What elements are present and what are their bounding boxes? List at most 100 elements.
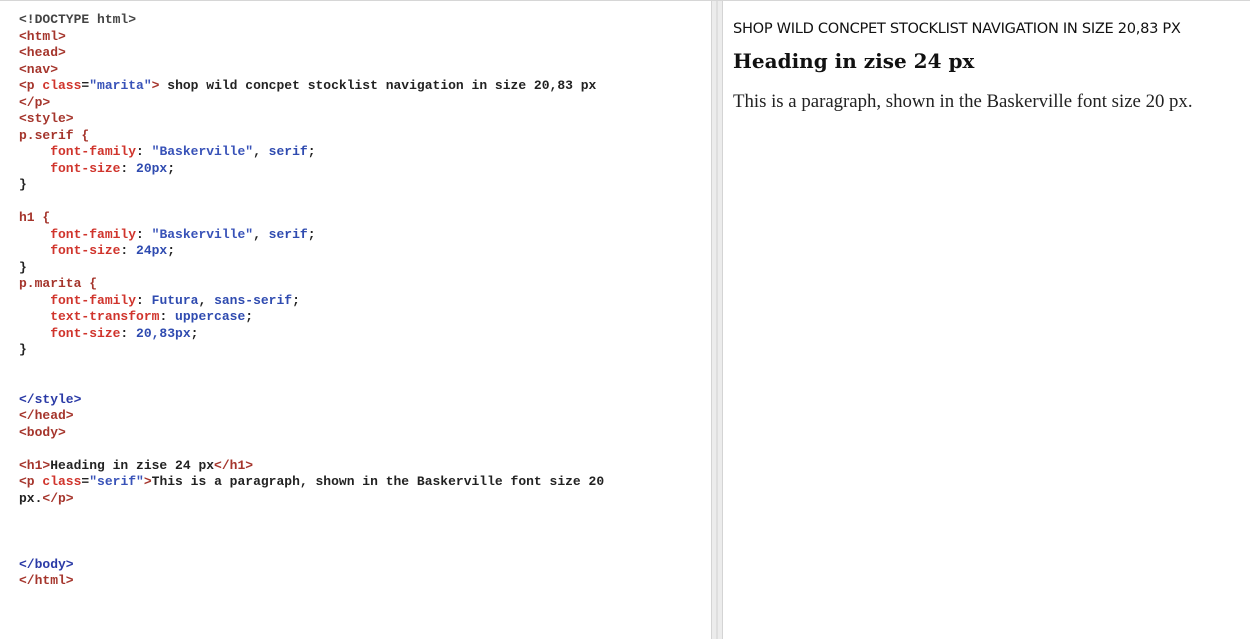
code-token: : — [120, 160, 137, 176]
code-token: ; — [167, 160, 176, 176]
code-token: font-family — [19, 226, 137, 242]
code-token: > — [143, 474, 152, 489]
code-token: text-transform — [19, 309, 160, 324]
code-token: ; — [190, 325, 199, 341]
code-token: 24px — [136, 243, 168, 258]
code-token: <nav> — [19, 61, 59, 77]
code-line: <style> — [19, 111, 711, 128]
code-token: : — [136, 226, 152, 242]
code-token: font-size — [19, 325, 121, 341]
code-token: <head> — [19, 45, 66, 60]
code-line: <h1>Heading in zise 24 px</h1> — [19, 458, 711, 475]
pane-splitter[interactable] — [711, 1, 723, 639]
code-token: font-family — [19, 144, 137, 159]
code-token: : — [159, 309, 176, 324]
split-editor-window: <!DOCTYPE html> <html> <head> <nav> <p class… — [0, 0, 1250, 639]
preview-pane: shop wild concpet stocklist navigation i… — [723, 1, 1250, 639]
code-line: <!DOCTYPE html> — [19, 12, 711, 29]
code-token: px. — [19, 490, 43, 506]
code-token: </p> — [19, 94, 51, 110]
code-token: } — [19, 177, 27, 192]
code-token: </head> — [19, 408, 74, 423]
code-token: } — [19, 259, 27, 275]
code-line: font-size: 20,83px; — [19, 326, 711, 343]
code-token: Futura — [151, 292, 199, 308]
code-token: <body> — [19, 424, 66, 440]
code-line: font-family: "Baskerville", serif; — [19, 227, 711, 244]
code-token: Heading in zise 24 px — [50, 457, 215, 473]
code-editor-text[interactable]: <!DOCTYPE html> <html> <head> <nav> <p class… — [19, 12, 711, 590]
code-line: font-size: 20px; — [19, 161, 711, 178]
code-token: sans-serif — [214, 292, 293, 308]
code-line: font-size: 24px; — [19, 243, 711, 260]
code-token: : — [120, 243, 137, 258]
code-token: class — [42, 78, 82, 93]
code-token: ; — [292, 292, 300, 308]
code-line: } — [19, 260, 711, 277]
code-line: </body> — [19, 557, 711, 574]
code-line: px.</p> — [19, 491, 711, 508]
code-token: : — [136, 292, 152, 308]
code-line: p.serif { — [19, 128, 711, 145]
code-token: ; — [307, 226, 316, 242]
code-line: </html> — [19, 573, 711, 590]
code-token: ; — [307, 144, 316, 159]
code-line: <p class="serif">This is a paragraph, sh… — [19, 474, 711, 491]
code-token: "Baskerville" — [151, 226, 254, 242]
code-token: 20,83px — [136, 325, 191, 341]
code-line: </style> — [19, 392, 711, 409]
code-token: </style> — [19, 391, 82, 407]
code-token: <p — [19, 78, 43, 93]
code-token: </html> — [19, 573, 74, 588]
code-token: , — [253, 226, 269, 242]
code-token: "Baskerville" — [151, 144, 254, 159]
code-editor-pane[interactable]: <!DOCTYPE html> <html> <head> <nav> <p class… — [0, 1, 711, 639]
code-line: text-transform: uppercase; — [19, 309, 711, 326]
code-token: p.marita { — [19, 276, 98, 291]
preview-paragraph: This is a paragraph, shown in the Basker… — [733, 91, 1193, 112]
code-token: class — [42, 474, 82, 489]
preview-heading: Heading in zise 24 px — [733, 49, 975, 73]
code-line: <p class="marita"> shop wild concpet sto… — [19, 78, 711, 95]
code-line: } — [19, 177, 711, 194]
code-token: "serif" — [89, 474, 144, 489]
code-token: </h1> — [214, 457, 254, 473]
code-token: <html> — [19, 28, 66, 44]
code-token: p.serif { — [19, 127, 90, 143]
code-line: <head> — [19, 45, 711, 62]
code-token: font-size — [19, 243, 121, 258]
code-token: font-size — [19, 160, 121, 176]
code-token: </p> — [42, 490, 74, 506]
code-token: serif — [268, 144, 308, 159]
code-line: h1 { — [19, 210, 711, 227]
code-token: h1 { — [19, 210, 51, 225]
code-token: } — [19, 342, 27, 357]
code-line: <html> — [19, 29, 711, 46]
code-token: ; — [167, 243, 176, 258]
code-token: shop wild concpet stocklist navigation i… — [159, 78, 597, 93]
code-token: <h1> — [19, 457, 51, 473]
code-line: <nav> — [19, 62, 711, 79]
code-token: <!DOCTYPE html> — [19, 12, 137, 27]
code-line: font-family: Futura, sans-serif; — [19, 293, 711, 310]
code-token: "marita" — [89, 78, 152, 93]
code-token: This is a paragraph, shown in the Basker… — [151, 474, 605, 489]
code-token: : — [120, 325, 137, 341]
preview-nav-text: shop wild concpet stocklist navigation i… — [733, 20, 1181, 37]
code-token: , — [253, 144, 269, 159]
code-token: : — [136, 144, 152, 159]
code-token: uppercase — [175, 309, 246, 324]
code-token: , — [198, 292, 215, 308]
code-line: font-family: "Baskerville", serif; — [19, 144, 711, 161]
code-line: } — [19, 342, 711, 359]
code-line: </head> — [19, 408, 711, 425]
code-token: ; — [245, 309, 254, 324]
code-token: serif — [268, 226, 308, 242]
